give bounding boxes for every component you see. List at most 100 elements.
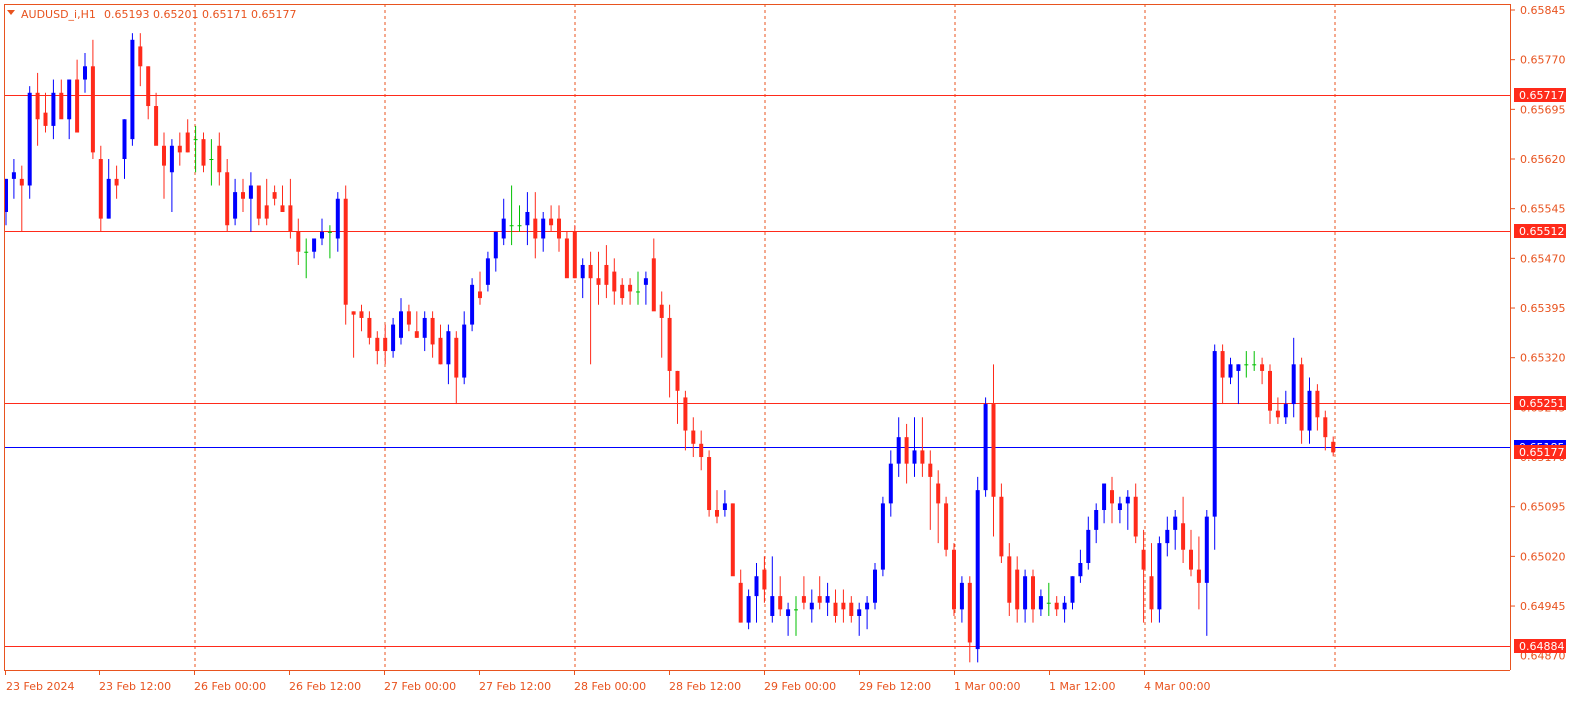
candle-body [146, 66, 151, 107]
candle-body [722, 503, 727, 511]
symbol-label: AUDUSD_i,H1 [21, 8, 96, 21]
candle-body [1141, 549, 1146, 570]
candle-body [564, 238, 569, 279]
candle [944, 496, 949, 557]
price-tag: 0.65512 [1514, 224, 1566, 238]
price-tag: 0.65717 [1514, 88, 1566, 102]
candle-body [375, 337, 380, 352]
candle-body [572, 231, 577, 279]
candle [880, 496, 885, 577]
chart-window[interactable]: 0.65845 0.65770 0.65695 0.65620 0.65545 0.654… [0, 0, 1586, 708]
candle-body [391, 324, 396, 352]
candle-body [1054, 602, 1059, 610]
candle-body [659, 304, 664, 318]
candle-body [43, 112, 48, 126]
candle-body [169, 145, 174, 173]
candle-body [470, 284, 475, 325]
candle [707, 450, 712, 517]
candle-body [130, 39, 135, 140]
candle-body [1260, 364, 1265, 371]
candle-body [754, 576, 759, 597]
candle-body [209, 159, 214, 161]
candle-body [683, 397, 688, 431]
candle-body [1094, 510, 1099, 530]
candle-body [778, 596, 783, 610]
time-tick-label: 23 Feb 12:00 [99, 680, 171, 693]
price-tick-label: 0.64945 [1520, 600, 1566, 613]
candle-body [1331, 441, 1336, 453]
time-tick-label: 26 Feb 12:00 [289, 680, 361, 693]
candle-body [478, 291, 482, 299]
candle-body [233, 192, 238, 219]
price-tick-label: 0.65095 [1520, 501, 1566, 514]
time-tick-label: 1 Mar 12:00 [1049, 680, 1115, 693]
candle-body [1212, 351, 1217, 517]
candle-body [438, 337, 443, 365]
candle-body [256, 185, 261, 219]
candle-body [288, 205, 293, 232]
candle-body [1307, 390, 1312, 431]
candle-body [857, 609, 862, 616]
candle-body [462, 324, 467, 378]
candle-body [19, 178, 24, 186]
candle-body [1275, 410, 1280, 418]
candle-body [541, 218, 546, 239]
candle-body [967, 582, 972, 643]
candle-body [1062, 602, 1067, 610]
candle-body [667, 317, 672, 371]
time-tick-label: 28 Feb 12:00 [669, 680, 741, 693]
candle-body [177, 145, 182, 153]
candle-body [1046, 602, 1051, 604]
candle-body [794, 609, 798, 611]
candle-body [770, 596, 775, 616]
candle-body [162, 145, 166, 166]
candle-body [896, 437, 901, 464]
candle-body [888, 463, 893, 504]
candle-body [225, 172, 230, 226]
candle-body [1228, 364, 1233, 378]
candle-body [809, 602, 814, 610]
candle-body [1031, 576, 1035, 610]
time-tick-label: 28 Feb 00:00 [574, 680, 646, 693]
candle [470, 278, 475, 332]
candle-body [1236, 364, 1241, 371]
candle-body [1291, 364, 1296, 405]
candle-body [991, 404, 996, 497]
candle-body [975, 490, 980, 650]
candle [952, 543, 956, 616]
candle-body [1204, 516, 1209, 583]
time-tick-label: 26 Feb 00:00 [194, 680, 266, 693]
candle-body [1015, 569, 1020, 610]
candle-body [762, 569, 767, 590]
chart-background [0, 0, 1586, 708]
candle-body [604, 264, 609, 285]
chart-title[interactable]: AUDUSD_i,H1 0.65193 0.65201 0.65171 0.65… [7, 8, 296, 21]
candle-body [90, 66, 95, 153]
candle-body [75, 79, 80, 133]
candle-body [983, 404, 988, 491]
candle-body [122, 119, 127, 160]
candle-body [83, 66, 87, 80]
candle [975, 476, 980, 663]
candle-body [1117, 503, 1122, 511]
candle-body [154, 106, 159, 146]
candle-body [1283, 404, 1288, 418]
candle-body [493, 231, 498, 259]
candle-body [67, 79, 72, 120]
candle-body [691, 430, 696, 444]
candle-body [707, 457, 712, 511]
candle-body [936, 483, 941, 504]
candle-body [952, 549, 956, 610]
candle-body [841, 602, 846, 610]
candle-body [35, 92, 40, 120]
candle-body [825, 596, 830, 603]
price-tag-label: 0.65512 [1519, 225, 1565, 238]
candle [130, 33, 135, 146]
price-tick-label: 0.65845 [1520, 4, 1566, 17]
candle [572, 225, 577, 279]
candle-body [1078, 562, 1083, 577]
time-tick-label: 4 Mar 00:00 [1144, 680, 1210, 693]
candle-body [944, 503, 949, 550]
candle-body [343, 198, 348, 305]
price-chart[interactable]: 0.65845 0.65770 0.65695 0.65620 0.65545 0.654… [0, 0, 1586, 708]
